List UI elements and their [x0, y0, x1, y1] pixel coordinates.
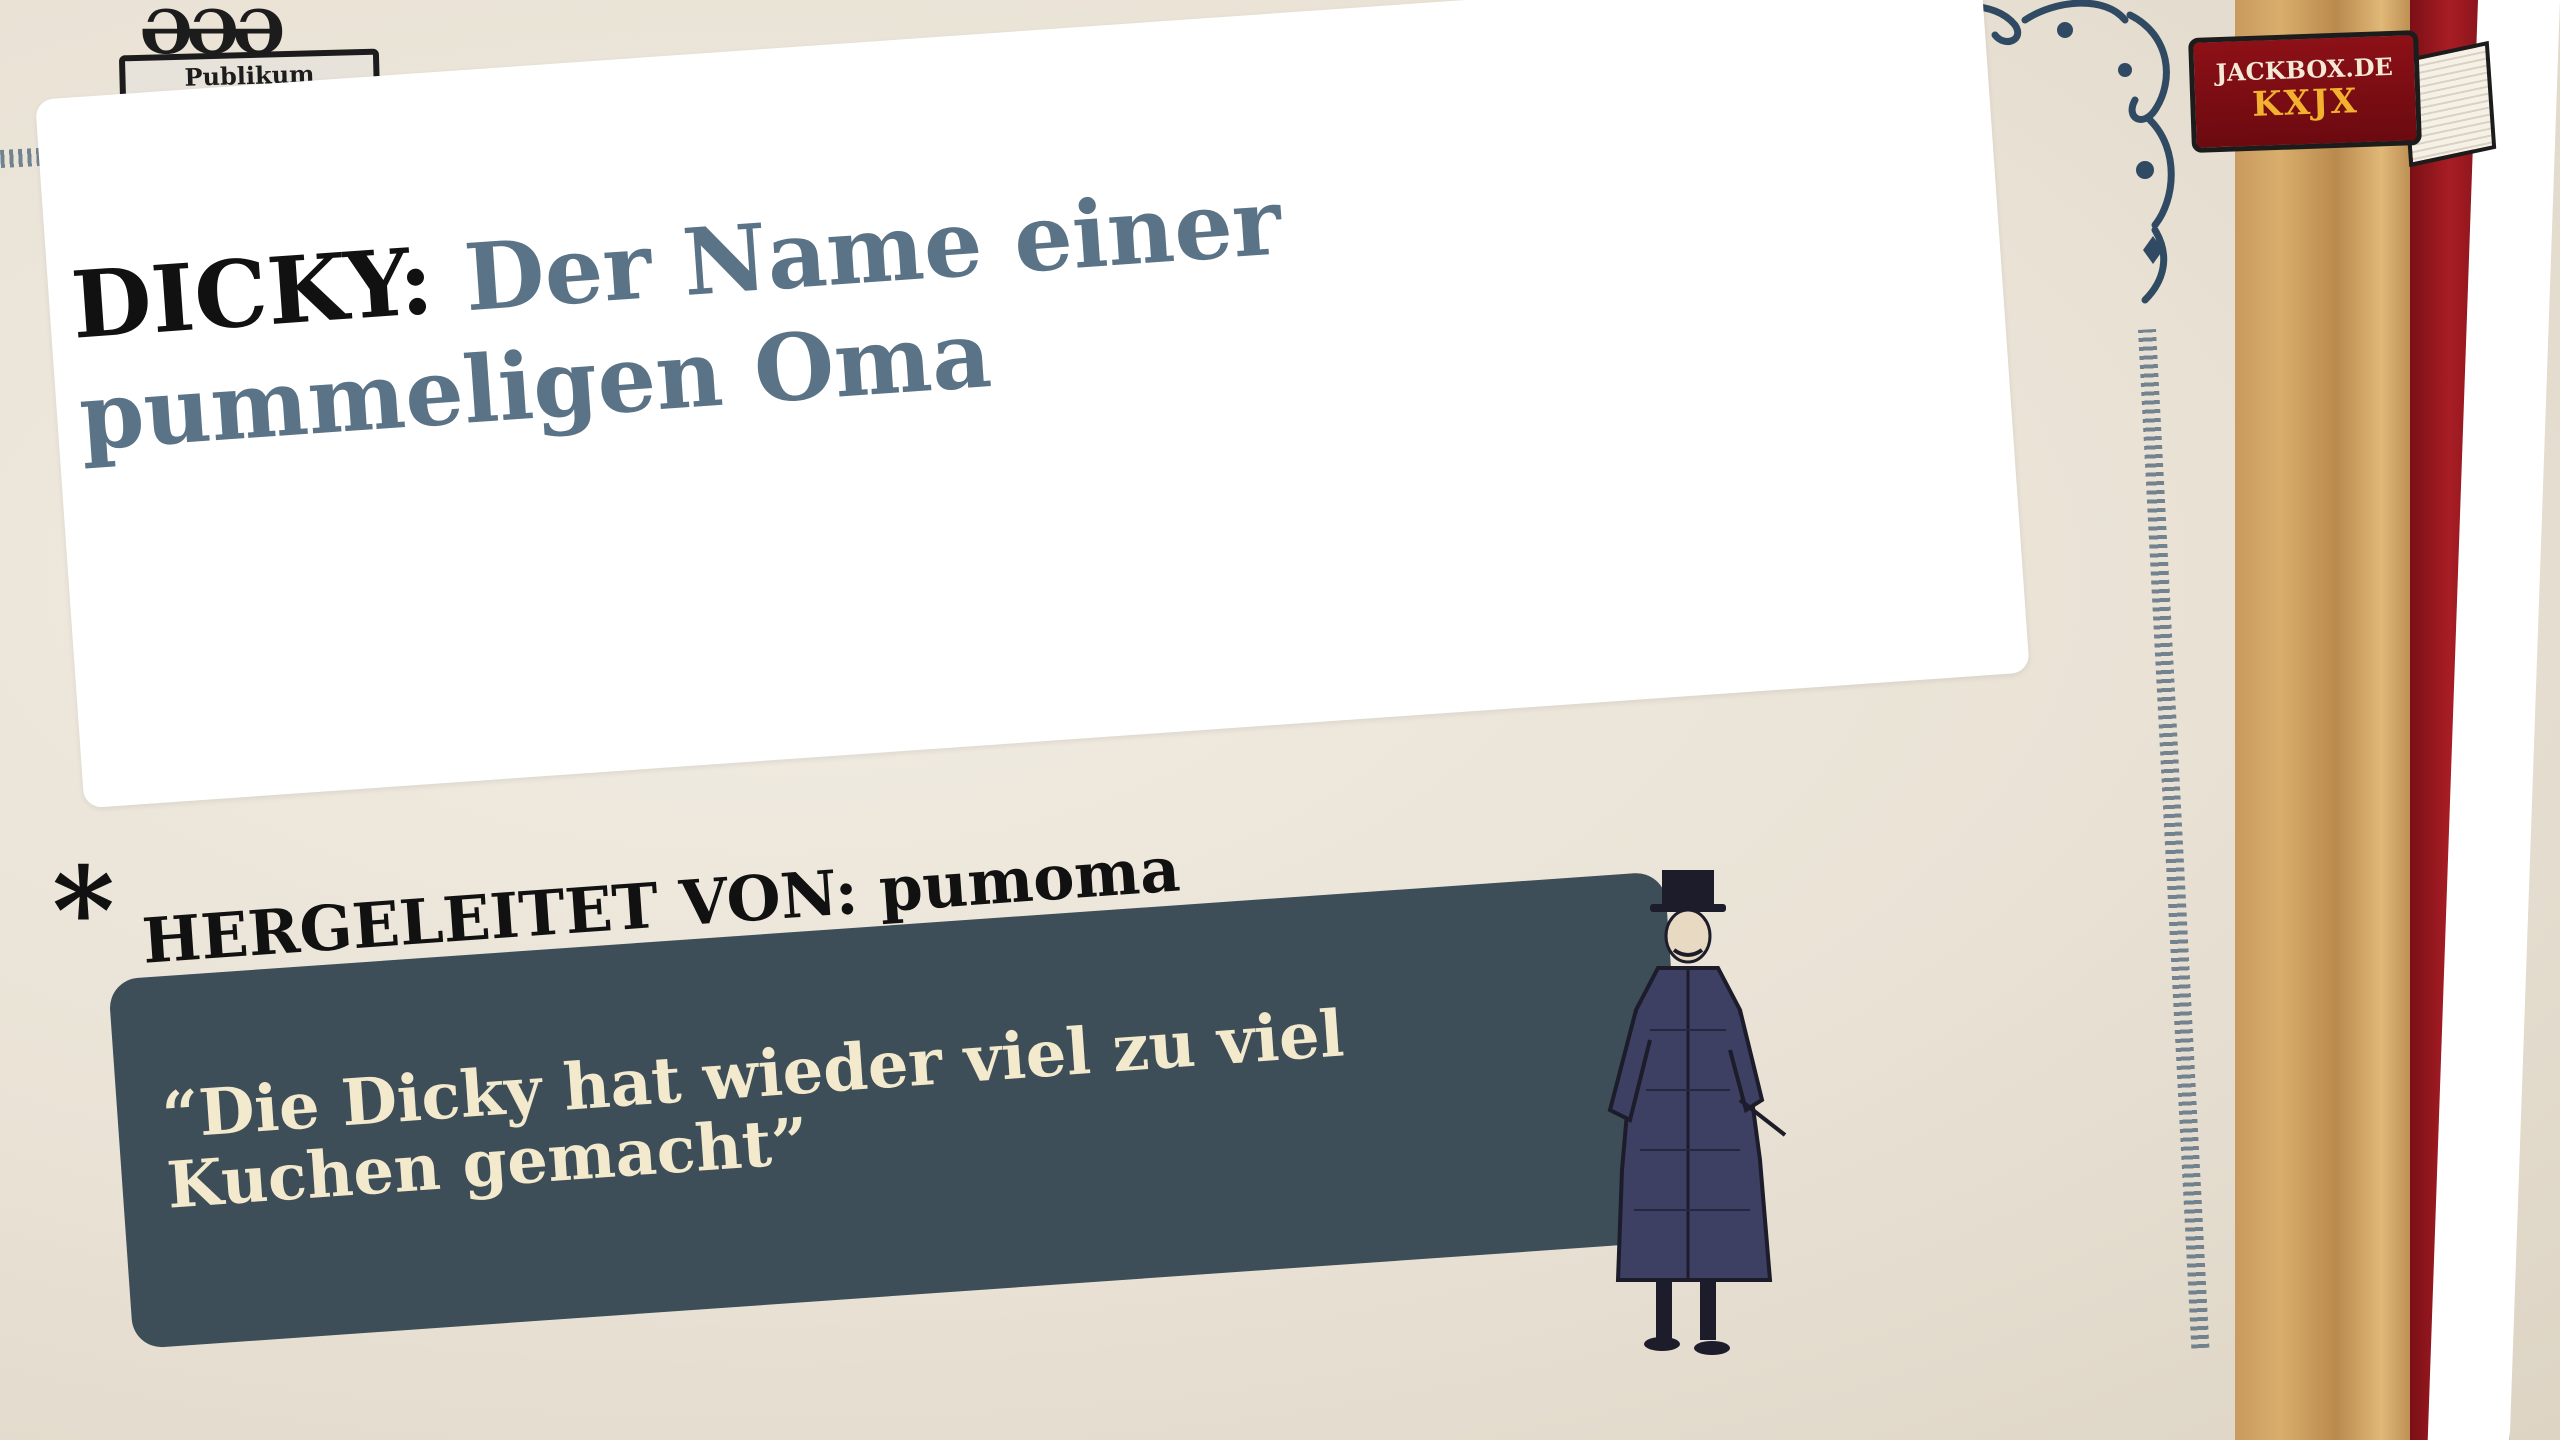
top-hat-gentleman-illustration — [1607, 870, 1787, 1355]
asterisk-icon: * — [52, 841, 115, 982]
room-code-sign: JACKBOX.DE KXJX — [2188, 30, 2422, 153]
definition-word: DICKY: — [68, 226, 437, 360]
